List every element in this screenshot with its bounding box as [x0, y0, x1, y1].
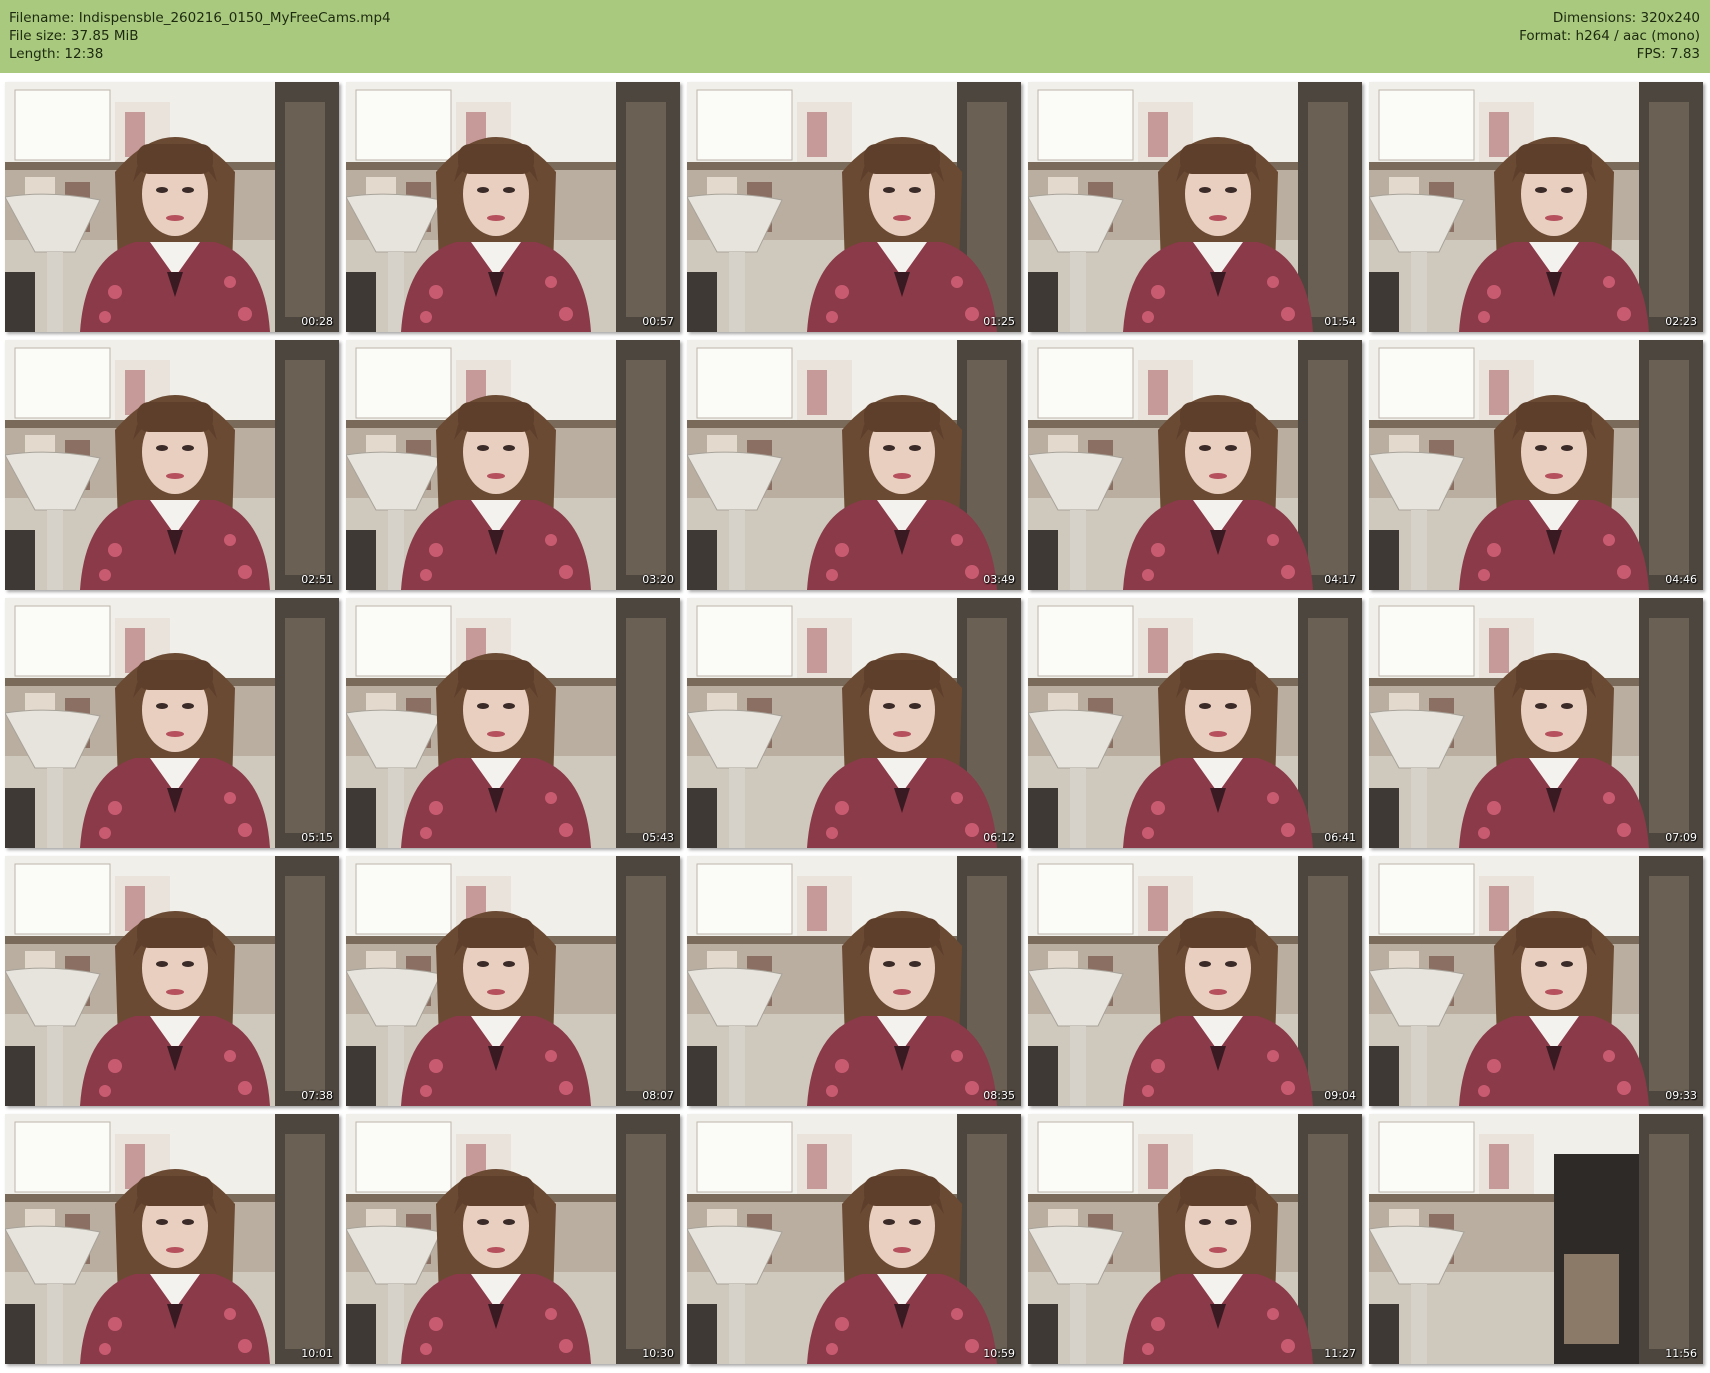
video-thumbnail: 10:30 [346, 1114, 680, 1364]
thumbnail-timestamp: 09:33 [1665, 1089, 1697, 1102]
thumbnail-timestamp: 03:20 [642, 573, 674, 586]
video-thumbnail: 00:57 [346, 82, 680, 332]
fps-line: FPS: 7.83 [1636, 46, 1700, 62]
video-thumbnail: 02:51 [5, 340, 339, 590]
video-thumbnail: 10:01 [5, 1114, 339, 1364]
video-thumbnail: 09:33 [1369, 856, 1703, 1106]
video-thumbnail: 08:35 [687, 856, 1021, 1106]
thumbnail-timestamp: 01:25 [983, 315, 1015, 328]
thumbnail-timestamp: 08:07 [642, 1089, 674, 1102]
thumbnail-timestamp: 05:15 [301, 831, 333, 844]
thumbnail-timestamp: 10:01 [301, 1347, 333, 1360]
thumbnail-timestamp: 04:46 [1665, 573, 1697, 586]
thumbnail-timestamp: 07:38 [301, 1089, 333, 1102]
thumbnail-timestamp: 11:56 [1665, 1347, 1697, 1360]
thumbnail-timestamp: 02:51 [301, 573, 333, 586]
video-thumbnail: 03:49 [687, 340, 1021, 590]
video-thumbnail: 10:59 [687, 1114, 1021, 1364]
file-info-right: Dimensions: 320x240 Format: h264 / aac (… [1519, 9, 1700, 63]
video-thumbnail: 03:20 [346, 340, 680, 590]
video-thumbnail: 01:54 [1028, 82, 1362, 332]
video-thumbnail: 09:04 [1028, 856, 1362, 1106]
video-thumbnail: 11:56 [1369, 1114, 1703, 1364]
thumbnail-timestamp: 02:23 [1665, 315, 1697, 328]
video-thumbnail: 06:12 [687, 598, 1021, 848]
thumbnail-timestamp: 04:17 [1324, 573, 1356, 586]
video-thumbnail: 05:43 [346, 598, 680, 848]
thumbnail-timestamp: 00:28 [301, 315, 333, 328]
thumbnail-timestamp: 05:43 [642, 831, 674, 844]
thumbnail-timestamp: 06:41 [1324, 831, 1356, 844]
thumbnail-timestamp: 00:57 [642, 315, 674, 328]
length-line: Length: 12:38 [9, 46, 104, 62]
thumbnail-grid: 00:28 00:57 01:25 01:54 02:23 02:51 03:20 03:49… [0, 82, 1710, 1367]
thumbnail-timestamp: 09:04 [1324, 1089, 1356, 1102]
video-thumbnail: 07:38 [5, 856, 339, 1106]
thumbnail-timestamp: 01:54 [1324, 315, 1356, 328]
thumbnail-timestamp: 06:12 [983, 831, 1015, 844]
video-thumbnail: 11:27 [1028, 1114, 1362, 1364]
video-thumbnail: 02:23 [1369, 82, 1703, 332]
video-thumbnail: 01:25 [687, 82, 1021, 332]
thumbnail-timestamp: 08:35 [983, 1089, 1015, 1102]
video-thumbnail: 08:07 [346, 856, 680, 1106]
video-thumbnail: 07:09 [1369, 598, 1703, 848]
thumbnail-timestamp: 03:49 [983, 573, 1015, 586]
dimensions-line: Dimensions: 320x240 [1552, 10, 1700, 26]
filesize-line: File size: 37.85 MiB [9, 28, 139, 44]
thumbnail-timestamp: 07:09 [1665, 831, 1697, 844]
video-thumbnail: 00:28 [5, 82, 339, 332]
filename-line: Filename: Indispensble_260216_0150_MyFre… [9, 10, 391, 26]
thumbnail-timestamp: 10:59 [983, 1347, 1015, 1360]
file-info-left: Filename: Indispensble_260216_0150_MyFre… [9, 9, 391, 63]
video-thumbnail: 05:15 [5, 598, 339, 848]
video-thumbnail: 04:46 [1369, 340, 1703, 590]
info-header: Filename: Indispensble_260216_0150_MyFre… [0, 0, 1710, 73]
thumbnail-timestamp: 10:30 [642, 1347, 674, 1360]
thumbnail-timestamp: 11:27 [1324, 1347, 1356, 1360]
format-line: Format: h264 / aac (mono) [1519, 28, 1700, 44]
video-thumbnail: 04:17 [1028, 340, 1362, 590]
video-thumbnail: 06:41 [1028, 598, 1362, 848]
